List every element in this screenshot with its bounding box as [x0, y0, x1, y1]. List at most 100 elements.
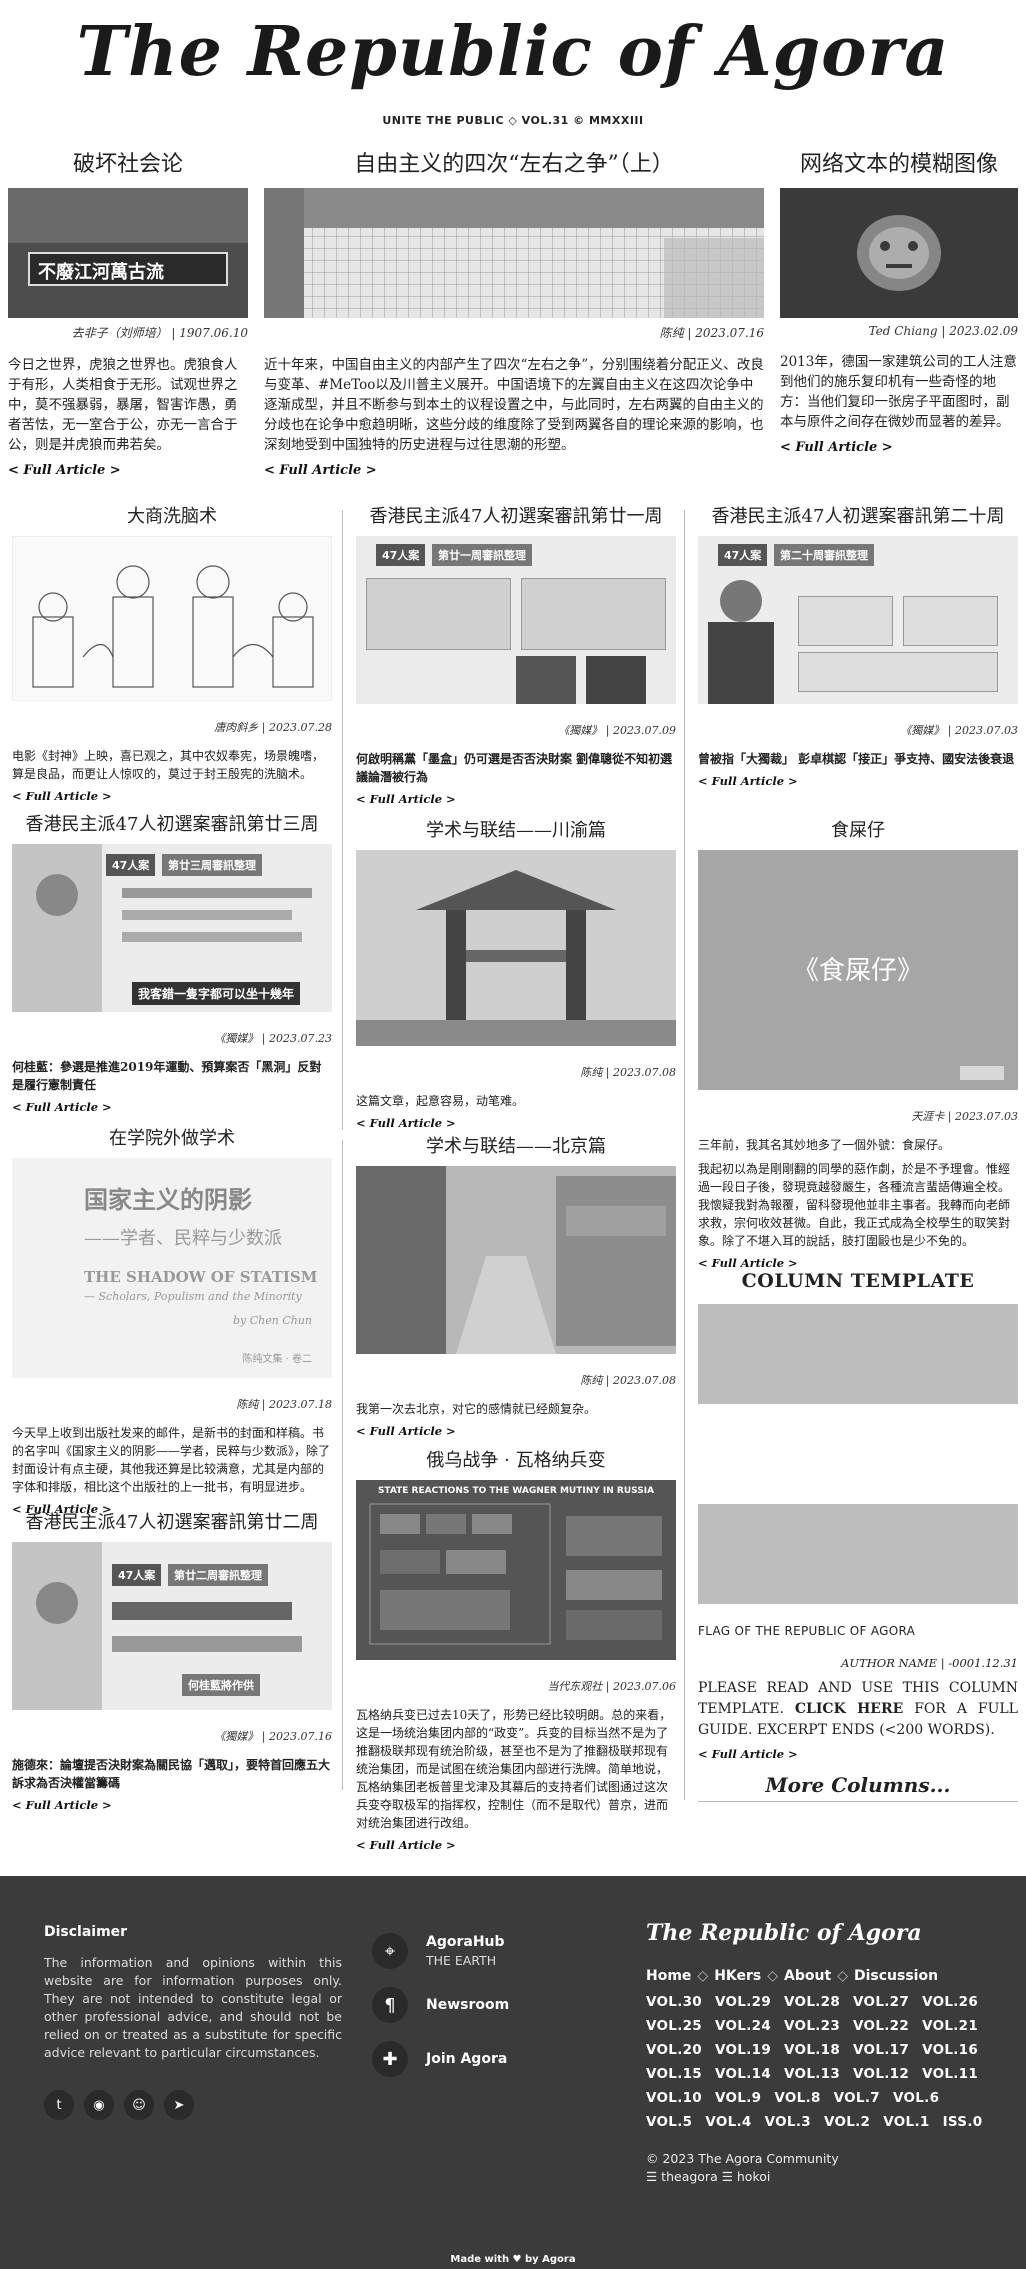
volume-link[interactable]: VOL.12 — [853, 2066, 909, 2082]
article-image[interactable] — [356, 850, 676, 1046]
join-agora-link[interactable]: ✚ Join Agora — [372, 2032, 632, 2086]
full-article-link[interactable]: < Full Article > — [12, 1100, 332, 1114]
article-title[interactable]: 香港民主派47人初選案審訊第二十周 — [698, 504, 1018, 530]
volume-link[interactable]: VOL.15 — [646, 2066, 702, 2082]
article-title[interactable]: 俄乌战争 · 瓦格纳兵变 — [356, 1448, 676, 1474]
volume-link[interactable]: VOL.13 — [784, 2066, 840, 2082]
twitter-icon[interactable]: t — [44, 2090, 74, 2120]
article-title[interactable]: 学术与联结——川渝篇 — [356, 818, 676, 844]
volume-link[interactable]: VOL.20 — [646, 2042, 702, 2058]
article-image[interactable]: 不廢江河萬古流 — [8, 188, 248, 318]
volume-link[interactable]: VOL.18 — [784, 2042, 840, 2058]
volume-link[interactable]: VOL.5 — [646, 2114, 692, 2130]
full-article-link[interactable]: < Full Article > — [356, 1116, 676, 1130]
volume-link[interactable]: VOL.28 — [784, 1994, 840, 2010]
volume-link[interactable]: VOL.19 — [715, 2042, 771, 2058]
volume-link[interactable]: VOL.24 — [715, 2018, 771, 2034]
article-title[interactable]: 香港民主派47人初選案審訊第廿三周 — [12, 812, 332, 838]
article-image[interactable] — [12, 536, 332, 701]
nav-hkers[interactable]: HKers — [714, 1968, 761, 1984]
article-title[interactable]: 香港民主派47人初選案審訊第廿二周 — [12, 1510, 332, 1536]
volume-link[interactable]: VOL.14 — [715, 2066, 771, 2082]
footer-tags[interactable]: ☰ theagora ☰ hokoi — [646, 2168, 986, 2186]
volume-link[interactable]: VOL.30 — [646, 1994, 702, 2010]
full-article-link[interactable]: < Full Article > — [356, 792, 676, 806]
more-columns-link[interactable]: More Columns... — [698, 1773, 1018, 1802]
footer-logo[interactable]: The Republic of Agora — [646, 1920, 986, 1946]
telegram-icon[interactable]: ➤ — [164, 2090, 194, 2120]
volume-link[interactable]: VOL.27 — [853, 1994, 909, 2010]
volume-link[interactable]: VOL.9 — [715, 2090, 761, 2106]
article-image[interactable]: STATE REACTIONS TO THE WAGNER MUTINY IN … — [356, 1480, 676, 1660]
case-subtitle: 第廿三周審訊整理 — [162, 854, 262, 876]
full-article-link[interactable]: < Full Article > — [264, 463, 764, 478]
case-quote: 何桂藍將作供 — [182, 1674, 260, 1696]
article-excerpt: 我第一次去北京，对它的感情就已经颇复杂。 — [356, 1402, 597, 1416]
full-article-link[interactable]: < Full Article > — [8, 463, 248, 478]
article-image[interactable]: 47人案 第廿三周審訊整理 我客錯一隻字都可以坐十幾年 — [12, 844, 332, 1012]
article-title[interactable]: 食屎仔 — [698, 818, 1018, 844]
nav-discussion[interactable]: Discussion — [854, 1968, 938, 1984]
volume-link[interactable]: VOL.11 — [922, 2066, 978, 2082]
article-image[interactable]: 47人案 第廿二周審訊整理 何桂藍將作供 — [12, 1542, 332, 1710]
volume-link[interactable]: VOL.26 — [922, 1994, 978, 2010]
featured-article: 自由主义的四次“左右之争”（上） 陈纯 | 2023.07.16 近十年来，中国… — [264, 150, 764, 478]
full-article-link[interactable]: < Full Article > — [698, 1256, 1018, 1270]
volume-link[interactable]: VOL.16 — [922, 2042, 978, 2058]
volume-link[interactable]: VOL.6 — [893, 2090, 939, 2106]
article-title[interactable]: 学术与联结——北京篇 — [356, 1134, 676, 1160]
full-article-link[interactable]: < Full Article > — [698, 1747, 1018, 1761]
article-excerpt: 近十年来，中国自由主义的内部产生了四次“左右之争”，分别围绕着分配正义、改良与变… — [264, 357, 764, 453]
volume-link[interactable]: VOL.1 — [883, 2114, 929, 2130]
full-article-link[interactable]: < Full Article > — [698, 774, 1018, 788]
guide-link[interactable]: CLICK HERE — [795, 1701, 903, 1717]
disclaimer-title: Disclaimer — [44, 1924, 128, 1940]
full-article-link[interactable]: < Full Article > — [12, 789, 332, 803]
site-title[interactable]: The Republic of Agora — [0, 14, 1026, 90]
nav-home[interactable]: Home — [646, 1968, 691, 1984]
full-article-link[interactable]: < Full Article > — [12, 1798, 332, 1812]
disclaimer: Disclaimer The information and opinions … — [44, 1924, 342, 2062]
newsroom-link[interactable]: ¶ Newsroom — [372, 1978, 632, 2032]
full-article-link[interactable]: < Full Article > — [356, 1424, 676, 1438]
volume-link[interactable]: ISS.0 — [943, 2114, 983, 2130]
volume-link[interactable]: VOL.3 — [765, 2114, 811, 2130]
volume-link[interactable]: VOL.7 — [834, 2090, 880, 2106]
full-article-link[interactable]: < Full Article > — [356, 1838, 676, 1852]
agorahub-link[interactable]: ⌖ AgoraHub THE EARTH — [372, 1924, 632, 1978]
volume-link[interactable]: VOL.21 — [922, 2018, 978, 2034]
volume-link[interactable]: VOL.22 — [853, 2018, 909, 2034]
article-caption: 《獨媒》 | 2023.07.09 — [558, 724, 676, 737]
github-icon[interactable]: ◉ — [84, 2090, 114, 2120]
volume-link[interactable]: VOL.25 — [646, 2018, 702, 2034]
article-title[interactable]: 破坏社会论 — [8, 150, 248, 180]
volume-link[interactable]: VOL.29 — [715, 1994, 771, 2010]
article-image[interactable]: 《食屎仔》 — [698, 850, 1018, 1090]
full-article-link[interactable]: < Full Article > — [780, 440, 1018, 455]
article-title[interactable]: 香港民主派47人初選案審訊第廿一周 — [356, 504, 676, 530]
reddit-icon[interactable]: ☺ — [124, 2090, 154, 2120]
article-title[interactable]: 网络文本的模糊图像 — [780, 150, 1018, 180]
volume-link[interactable]: VOL.4 — [705, 2114, 751, 2130]
article-title[interactable]: 自由主义的四次“左右之争”（上） — [264, 150, 764, 180]
template-title[interactable]: COLUMN TEMPLATE — [698, 1270, 1018, 1292]
article-image[interactable] — [264, 188, 764, 318]
article-image[interactable] — [356, 1166, 676, 1354]
link-title: Join Agora — [426, 2051, 508, 2067]
article-image[interactable]: 47人案 第二十周審訊整理 — [698, 536, 1018, 704]
article-image[interactable]: 47人案 第廿一周審訊整理 — [356, 536, 676, 704]
map-graphic — [369, 1503, 662, 1645]
volume-link[interactable]: VOL.2 — [824, 2114, 870, 2130]
disclaimer-text: The information and opinions within this… — [44, 1955, 342, 2060]
volume-link[interactable]: VOL.10 — [646, 2090, 702, 2106]
case-subtitle: 第廿二周審訊整理 — [168, 1564, 268, 1586]
article-title[interactable]: 在学院外做学术 — [12, 1126, 332, 1152]
nav-about[interactable]: About — [784, 1968, 831, 1984]
volume-link[interactable]: VOL.8 — [774, 2090, 820, 2106]
article-caption: 天涯卡 | 2023.07.03 — [911, 1110, 1018, 1123]
article-image[interactable] — [780, 188, 1018, 318]
article-image[interactable]: 国家主义的阴影 ——学者、民粹与少数派 THE SHADOW OF STATIS… — [12, 1158, 332, 1378]
volume-link[interactable]: VOL.23 — [784, 2018, 840, 2034]
volume-link[interactable]: VOL.17 — [853, 2042, 909, 2058]
article-title[interactable]: 大商洗脑术 — [12, 504, 332, 530]
